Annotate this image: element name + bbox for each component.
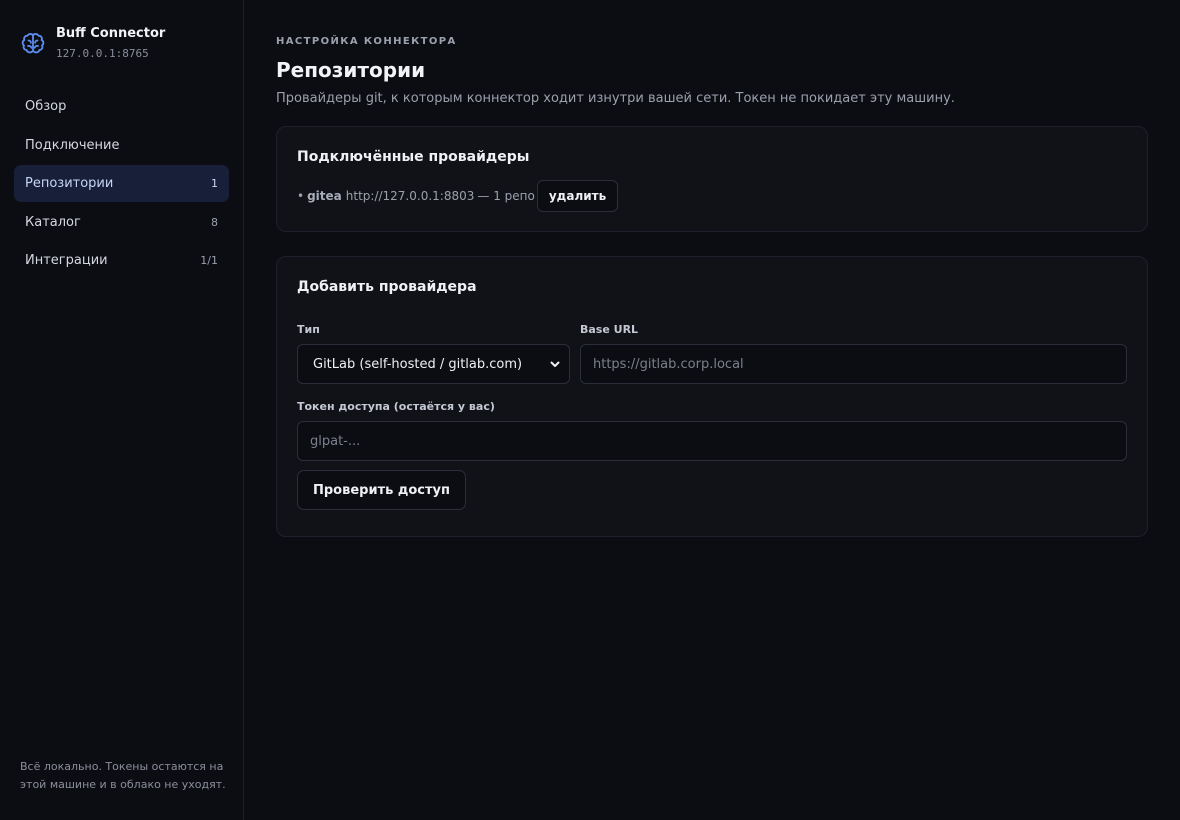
chevron-down-icon — [550, 361, 560, 367]
type-label: Тип — [297, 323, 320, 336]
sidebar-item-label: Обзор — [25, 99, 67, 114]
provider-repo-count: — 1 репо — [477, 189, 535, 203]
base-url-field: Base URL — [580, 323, 1127, 384]
sidebar-item-connection[interactable]: Подключение — [14, 127, 229, 164]
type-field: Тип GitLab (self-hosted / gitlab.com) — [297, 323, 570, 384]
add-provider-card: Добавить провайдера Тип GitLab (self-hos… — [276, 256, 1148, 537]
remove-provider-button[interactable]: удалить — [536, 180, 619, 212]
brand-address: 127.0.0.1:8765 — [56, 47, 149, 60]
provider-type-select[interactable]: GitLab (self-hosted / gitlab.com) — [297, 344, 570, 384]
sidebar-item-label: Репозитории — [25, 176, 114, 191]
sidebar-item-repositories[interactable]: Репозитории 1 — [14, 165, 229, 202]
sidebar-nav: Обзор Подключение Репозитории 1 Каталог … — [14, 88, 229, 279]
sidebar: Buff Connector 127.0.0.1:8765 Обзор Подк… — [0, 0, 244, 820]
sidebar-item-label: Каталог — [25, 214, 81, 230]
sidebar-footer-note: Всё локально. Токены остаются на этой ма… — [20, 760, 226, 791]
sidebar-item-count: 1/1 — [200, 254, 218, 267]
base-url-input[interactable] — [580, 344, 1127, 384]
check-access-button[interactable]: Проверить доступ — [297, 470, 466, 510]
main-content: НАСТРОЙКА КОННЕКТОРА Репозитории Провайд… — [244, 0, 1180, 820]
sidebar-item-count: 8 — [211, 215, 218, 229]
sidebar-item-catalog[interactable]: Каталог 8 — [14, 204, 229, 241]
sidebar-item-label: Интеграции — [25, 253, 108, 268]
form-row: Тип GitLab (self-hosted / gitlab.com) Ba… — [297, 323, 1127, 384]
sidebar-item-count: 1 — [211, 177, 218, 190]
card-title: Добавить провайдера — [297, 279, 477, 295]
token-label: Токен доступа (остаётся у вас) — [297, 400, 495, 413]
select-value: GitLab (self-hosted / gitlab.com) — [313, 356, 523, 372]
app-root: Buff Connector 127.0.0.1:8765 Обзор Подк… — [0, 0, 1180, 820]
connected-providers-card: Подключённые провайдеры • gitea http://1… — [276, 126, 1148, 232]
base-url-label: Base URL — [580, 323, 639, 336]
sidebar-item-integrations[interactable]: Интеграции 1/1 — [14, 242, 229, 279]
list-item: • gitea http://127.0.0.1:8803 — 1 репо у… — [297, 180, 1127, 212]
page-title: Репозитории — [276, 58, 426, 82]
sidebar-item-overview[interactable]: Обзор — [14, 88, 229, 125]
token-field: Токен доступа (остаётся у вас) — [297, 400, 1127, 461]
brand-name: Buff Connector — [56, 26, 166, 41]
bullet: • — [297, 189, 305, 203]
provider-name: gitea — [307, 189, 342, 203]
brand: Buff Connector 127.0.0.1:8765 — [14, 0, 229, 88]
provider-url: http://127.0.0.1:8803 — [345, 189, 475, 203]
brain-logo-icon — [21, 33, 45, 54]
sidebar-item-label: Подключение — [25, 137, 120, 153]
page-description: Провайдеры git, к которым коннектор ходи… — [276, 91, 955, 106]
page-eyebrow: НАСТРОЙКА КОННЕКТОРА — [276, 36, 457, 47]
card-title: Подключённые провайдеры — [297, 149, 530, 165]
access-token-input[interactable] — [297, 421, 1127, 461]
